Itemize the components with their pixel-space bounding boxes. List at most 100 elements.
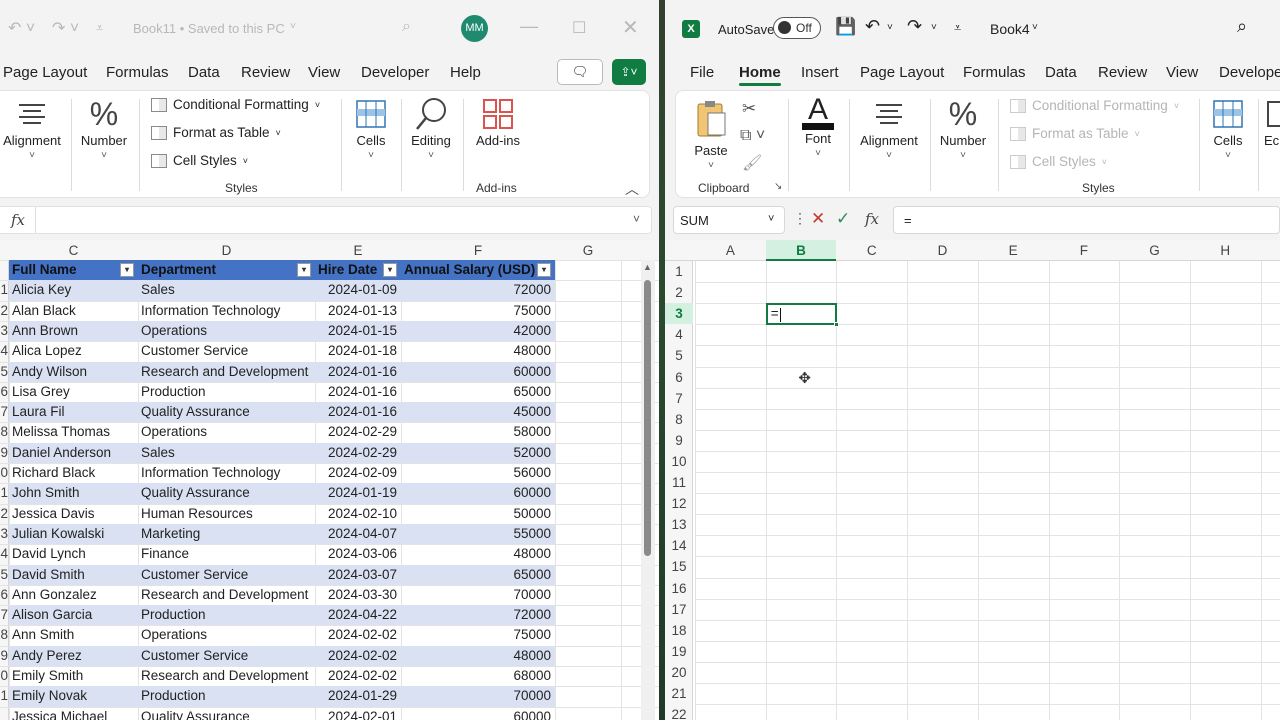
conditional-formatting-button[interactable]: Conditional Formatting ˅ — [1010, 98, 1179, 113]
table-cell[interactable]: Operations — [138, 320, 315, 342]
filter-dropdown-icon[interactable]: ▾ — [297, 263, 311, 277]
table-cell[interactable]: 50000 — [401, 504, 555, 524]
row-header[interactable]: 11 — [665, 472, 693, 493]
title-chevron-icon[interactable]: ˅ — [1032, 22, 1038, 33]
table-cell[interactable]: Daniel Anderson — [9, 442, 138, 463]
table-cell[interactable]: Quality Assurance — [138, 402, 315, 423]
table-cell[interactable]: Richard Black — [9, 463, 138, 483]
table-cell[interactable]: Marketing — [138, 523, 315, 545]
table-cell[interactable]: 65000 — [401, 382, 555, 402]
table-cell[interactable]: 48000 — [401, 341, 555, 361]
table-cell[interactable]: 68000 — [401, 666, 555, 686]
search-icon[interactable]: ⌕ — [402, 18, 411, 36]
table-cell[interactable]: 2024-01-29 — [315, 686, 401, 707]
table-cell[interactable]: Information Technology — [138, 301, 315, 321]
redo-dropdown-icon[interactable]: ˅ — [931, 22, 937, 33]
customize-qat-icon[interactable]: ⩡ — [954, 20, 961, 36]
name-box-dropdown-icon[interactable]: ˅ — [768, 213, 774, 225]
table-cell[interactable]: 65000 — [401, 564, 555, 585]
autosave-toggle[interactable]: Off — [773, 17, 821, 39]
scrollbar-thumb[interactable] — [644, 280, 651, 556]
filter-dropdown-icon[interactable]: ▾ — [120, 263, 134, 277]
row-header[interactable]: 15 — [665, 556, 693, 577]
tab-page-layout[interactable]: Page Layout — [3, 64, 87, 81]
tab-help[interactable]: Help — [450, 64, 481, 81]
tab-review[interactable]: Review — [241, 64, 290, 81]
table-cell[interactable]: Alison Garcia — [9, 605, 138, 626]
tab-home[interactable]: Home — [739, 64, 781, 86]
tab-review[interactable]: Review — [1098, 64, 1147, 81]
table-cell[interactable]: 2024-01-19 — [315, 483, 401, 504]
row-header[interactable]: 13 — [665, 514, 693, 535]
table-cell[interactable]: Melissa Thomas — [9, 422, 138, 442]
table-cell[interactable]: 70000 — [401, 585, 555, 605]
format-as-table-button[interactable]: Format as Table ˅ — [1010, 126, 1140, 141]
tab-data[interactable]: Data — [188, 64, 220, 81]
font-button[interactable]: A Font ˅ — [794, 93, 842, 159]
table-cell[interactable]: 55000 — [401, 523, 555, 545]
row-header[interactable]: 8 — [0, 625, 9, 645]
row-header[interactable]: 22 — [665, 704, 693, 720]
tab-file[interactable]: File — [690, 64, 714, 81]
table-cell[interactable]: Customer Service — [138, 341, 315, 361]
row-header[interactable]: 2 — [0, 504, 9, 524]
row-header[interactable]: 4 — [0, 544, 9, 564]
tab-developer[interactable]: Develope — [1219, 64, 1280, 81]
table-cell[interactable]: Customer Service — [138, 564, 315, 585]
enter-icon[interactable]: ✓ — [836, 209, 850, 229]
table-cell[interactable]: 2024-02-29 — [315, 422, 401, 442]
table-cell[interactable]: 60000 — [401, 361, 555, 382]
table-cell[interactable]: 42000 — [401, 320, 555, 342]
search-icon[interactable]: ⌕ — [1237, 16, 1247, 37]
redo-icon[interactable]: ↷ — [907, 16, 922, 37]
table-cell[interactable]: Production — [138, 686, 315, 707]
row-header[interactable]: 12 — [665, 493, 693, 514]
format-painter-icon[interactable]: 🖌 — [742, 153, 762, 173]
table-cell[interactable]: Julian Kowalski — [9, 523, 138, 545]
row-header[interactable]: 5 — [0, 362, 9, 382]
row-header[interactable]: 5 — [0, 565, 9, 585]
tab-data[interactable]: Data — [1045, 64, 1077, 81]
right-sheet-grid[interactable]: A B C D E F G H 1 2 3 4 5 6 7 8 9 10 11 12 13 14 15 16 17 18 19 20 2… — [665, 240, 1280, 720]
table-cell[interactable]: 2024-01-16 — [315, 361, 401, 382]
table-cell[interactable]: 2024-01-16 — [315, 402, 401, 423]
collapse-ribbon-icon[interactable]: ︿ — [625, 179, 639, 199]
table-cell[interactable]: 2024-01-13 — [315, 301, 401, 321]
fx-icon[interactable]: fx — [11, 211, 25, 229]
active-cell[interactable]: = — [765, 303, 838, 326]
more-options-icon[interactable]: ⋮ — [793, 210, 807, 227]
row-header[interactable]: 3 — [0, 321, 9, 341]
column-header[interactable]: D — [907, 240, 978, 261]
table-cell[interactable]: Ann Smith — [9, 625, 138, 645]
table-cell[interactable]: Jessica Davis — [9, 504, 138, 524]
row-header[interactable]: 5 — [665, 345, 693, 366]
row-header[interactable]: 0 — [0, 463, 9, 483]
share-button[interactable]: ⇪˅ — [612, 59, 646, 85]
column-header[interactable]: C — [9, 240, 138, 261]
filter-dropdown-icon[interactable]: ▾ — [383, 263, 397, 277]
row-header[interactable]: 2 — [665, 282, 693, 303]
row-header[interactable]: 0 — [0, 666, 9, 686]
column-header[interactable]: B — [765, 240, 837, 261]
row-header[interactable]: 3 — [0, 524, 9, 544]
table-cell[interactable]: 2024-03-07 — [315, 564, 401, 585]
row-header[interactable]: 21 — [665, 683, 693, 704]
row-header[interactable]: 2 — [0, 301, 9, 321]
alignment-button[interactable]: Alignment ˅ — [856, 95, 922, 161]
row-header[interactable]: 3 — [665, 303, 693, 325]
undo-icon[interactable]: ↶ — [865, 16, 880, 37]
row-header[interactable]: 7 — [0, 605, 9, 625]
table-cell[interactable]: Production — [138, 605, 315, 626]
tab-formulas[interactable]: Formulas — [963, 64, 1026, 81]
table-cell[interactable]: 2024-02-02 — [315, 645, 401, 666]
table-cell[interactable]: 2024-02-10 — [315, 504, 401, 524]
tab-view[interactable]: View — [1166, 64, 1198, 81]
table-cell[interactable]: 2024-01-18 — [315, 341, 401, 361]
table-cell[interactable]: Research and Development — [138, 585, 315, 605]
column-header[interactable]: G — [555, 240, 621, 261]
table-cell[interactable]: Alica Lopez — [9, 341, 138, 361]
row-header[interactable]: 9 — [0, 443, 9, 463]
row-header[interactable]: 14 — [665, 535, 693, 556]
table-cell[interactable]: 2024-03-30 — [315, 585, 401, 605]
table-cell[interactable]: Alan Black — [9, 301, 138, 321]
